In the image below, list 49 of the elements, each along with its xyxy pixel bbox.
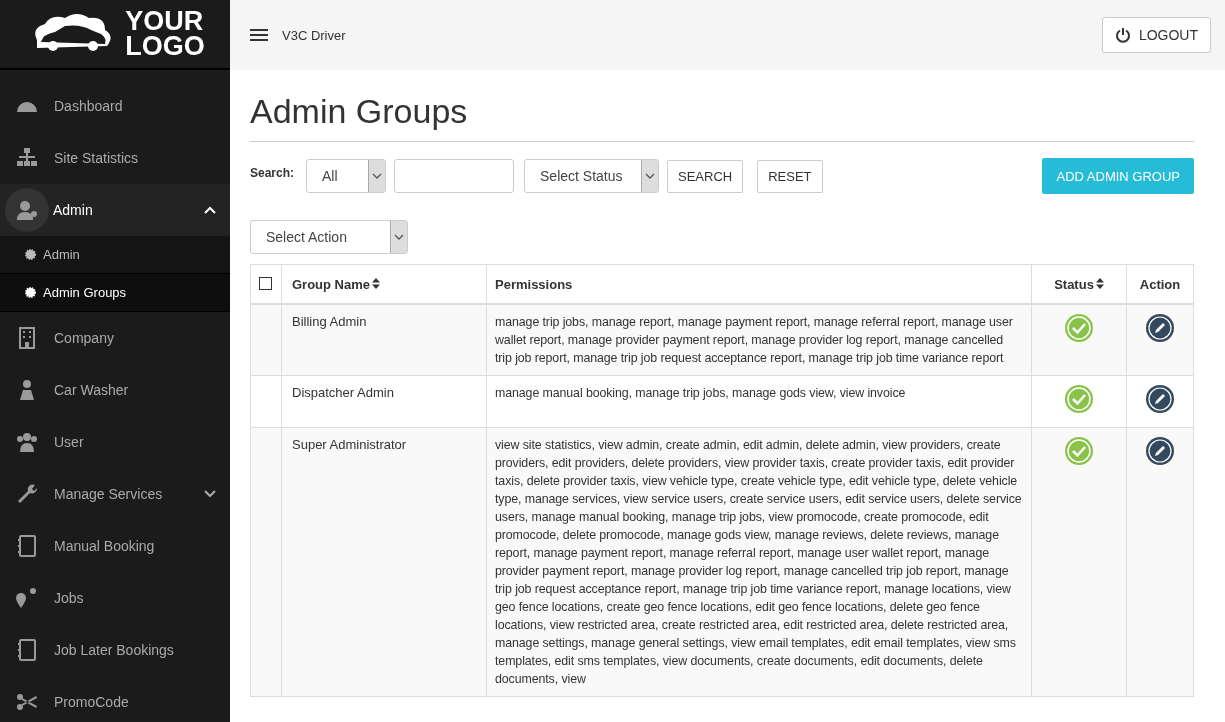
table-cell: Billing Admin	[281, 304, 487, 376]
table-cell: manage manual booking, manage trip jobs, manage gods view, view invoice	[486, 375, 1032, 428]
users-icon	[15, 430, 39, 454]
submenu-item[interactable]: Admin	[0, 236, 230, 274]
edit-icon[interactable]	[1145, 384, 1175, 414]
page-title: Admin Groups	[250, 92, 1194, 142]
table-cell: Super Administrator	[281, 427, 487, 697]
user-gear-icon	[15, 198, 39, 222]
logout-button[interactable]: LOGOUT	[1101, 17, 1211, 53]
submenu-item[interactable]: Admin Groups	[0, 274, 230, 312]
sidebar-item[interactable]: Jobs	[0, 572, 230, 624]
edit-icon[interactable]	[1145, 313, 1175, 343]
sidebar-item[interactable]: Site Statistics	[0, 132, 230, 184]
search-button[interactable]: SEARCH	[667, 159, 744, 193]
field-select[interactable]: All	[306, 159, 387, 193]
sidebar-item[interactable]: Manual Booking	[0, 520, 230, 572]
menu-icon[interactable]	[250, 29, 268, 41]
logo-text: YOUR LOGO	[125, 9, 205, 59]
table-cell: view site statistics, view admin, create admin, edit admin, delete admin, view providers, create providers, edit providers, delete providers, view provider taxis, create provider taxis, edit provider taxis, delete provider taxis, view vehicle type, create vehicle type, edit vehicle type, delete vehicle type, manage services, view service users, create service users, edit service users, delete service users, manage manual booking, manage trip jobs, view promocode, create promocode, edit promocode, delete promocode, manage gods view, manage reviews, delete reviews, manage report, manage payment report, manage referral report, manage user wallet report, manage provider payment report, manage provider log report, manage cancelled trip job report, manage trip job request acceptance report, manage trip job time variance report, manage locations, view geo fence locations, create geo fence locations, edit geo fence locations, delete geo fence locations, view restricted area, create restricted area, edit restricted area, delete restricted area, manage settings, manage general settings, view email templates, edit email templates, view sms templates, edit sms templates, view documents, create documents, edit documents, delete documents, view	[486, 427, 1032, 697]
check-circle-icon[interactable]	[1064, 313, 1094, 343]
edit-icon[interactable]	[1145, 436, 1175, 466]
table-cell: Dispatcher Admin	[281, 375, 487, 428]
sidebar-item[interactable]: PromoCode	[0, 676, 230, 722]
check-circle-icon[interactable]	[1064, 384, 1094, 414]
caret-icon	[645, 173, 656, 179]
search-field[interactable]	[394, 159, 515, 193]
sidebar-item[interactable]: Admin	[0, 184, 230, 236]
caret-icon	[372, 173, 383, 179]
sidebar-item[interactable]: User	[0, 416, 230, 468]
gear-bullet-icon	[25, 249, 36, 260]
table-cell: manage trip jobs, manage report, manage payment report, manage referral report, manage user wallet report, manage provider payment report, manage provider log report, manage cancelled trip job report, manage trip job request acceptance report, manage trip job time variance report	[486, 304, 1032, 376]
sidebar-item[interactable]: Car Washer	[0, 364, 230, 416]
power-icon	[1114, 27, 1131, 43]
reset-button[interactable]: RESET	[757, 159, 823, 193]
notebook-icon	[15, 534, 39, 558]
sidebar-item[interactable]: Company	[0, 312, 230, 364]
search-label: Search:	[250, 166, 295, 180]
caret-icon	[394, 234, 404, 240]
check-circle-icon[interactable]	[1064, 436, 1094, 466]
app-title: V3C Driver	[282, 27, 347, 43]
map-pin-icon	[15, 586, 39, 610]
sidebar-item[interactable]: Dashboard	[0, 80, 230, 132]
status-select[interactable]: Select Status	[524, 159, 660, 193]
sidebar-item[interactable]: Manage Services	[0, 468, 230, 520]
sidebar-item[interactable]: Job Later Bookings	[0, 624, 230, 676]
action-select[interactable]: Select Action	[250, 220, 408, 254]
notebook-icon	[15, 638, 39, 662]
gear-bullet-icon	[25, 287, 36, 298]
select-all-checkbox[interactable]	[259, 277, 272, 290]
